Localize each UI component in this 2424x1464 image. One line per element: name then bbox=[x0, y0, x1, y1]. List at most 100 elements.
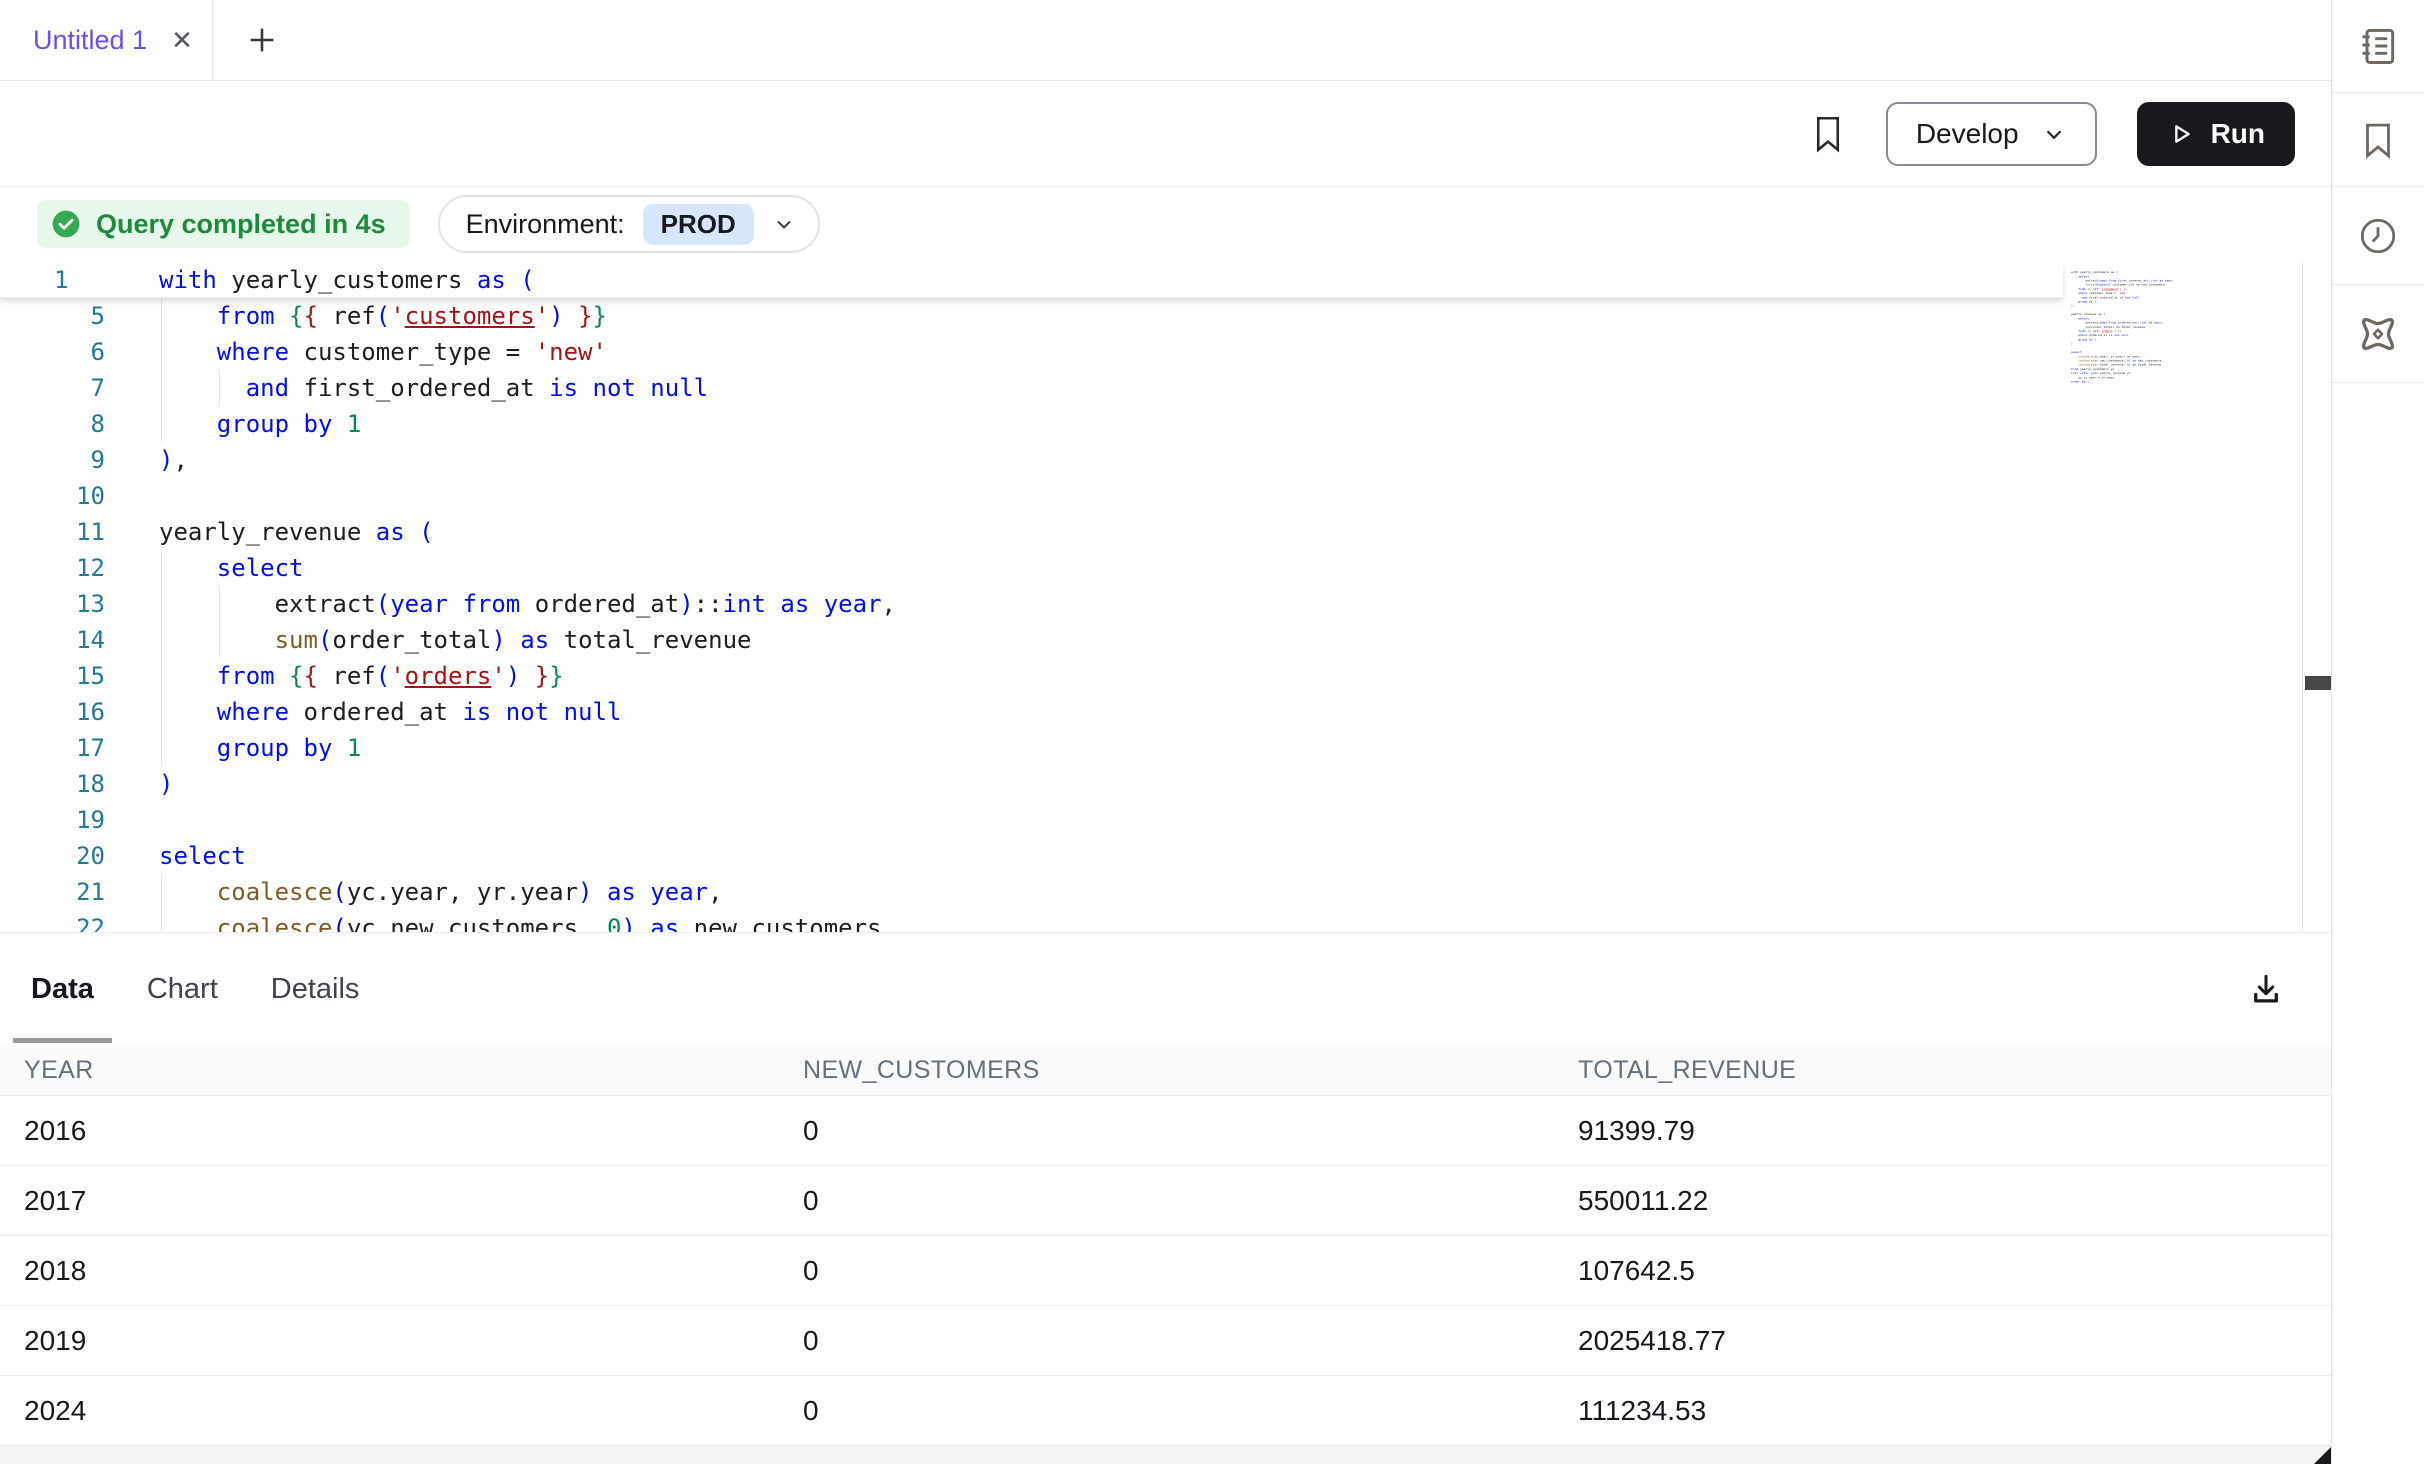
code-line: 8 group by 1 bbox=[0, 406, 896, 442]
minimap[interactable]: with yearly_customers as ( select extrac… bbox=[2071, 270, 2296, 405]
column-header: YEAR bbox=[0, 1056, 779, 1085]
close-icon[interactable]: ✕ bbox=[171, 27, 193, 53]
bookmark-button[interactable] bbox=[1810, 113, 1846, 155]
line-number: 16 bbox=[0, 694, 105, 730]
right-sidebar bbox=[2331, 0, 2424, 1464]
run-label: Run bbox=[2211, 118, 2265, 150]
table-cell: 111234.53 bbox=[1554, 1395, 2331, 1427]
code-line: 18) bbox=[0, 766, 896, 802]
table-row: 2016091399.79 bbox=[0, 1096, 2331, 1166]
code-editor[interactable]: 5 from {{ ref('customers') }}6 where cus… bbox=[0, 262, 2331, 932]
develop-label: Develop bbox=[1916, 118, 2019, 150]
table-cell: 2024 bbox=[0, 1395, 779, 1427]
bookmark-icon bbox=[2357, 119, 2399, 161]
resize-handle[interactable] bbox=[2314, 1447, 2331, 1464]
ref-link[interactable]: orders bbox=[405, 662, 492, 690]
code-line: 20select bbox=[0, 838, 896, 874]
table-cell: 2017 bbox=[0, 1185, 779, 1217]
tab-details[interactable]: Details bbox=[253, 933, 378, 1045]
table-cell: 2016 bbox=[0, 1115, 779, 1147]
toolbar: Develop Run bbox=[0, 81, 2331, 187]
notebook-icon bbox=[2356, 24, 2400, 68]
column-header: NEW_CUSTOMERS bbox=[779, 1056, 1554, 1085]
line-number: 9 bbox=[0, 442, 105, 478]
new-tab-button[interactable] bbox=[245, 23, 279, 57]
code-line: 21 coalesce(yc.year, yr.year) as year, bbox=[0, 874, 896, 910]
history-icon bbox=[2357, 215, 2399, 257]
table-cell: 2025418.77 bbox=[1554, 1325, 2331, 1357]
code-line: 19 bbox=[0, 802, 896, 838]
query-status-text: Query completed in 4s bbox=[96, 209, 386, 240]
tab-chart[interactable]: Chart bbox=[129, 933, 236, 1045]
app-logo-icon bbox=[2355, 311, 2401, 357]
table-cell: 550011.22 bbox=[1554, 1185, 2331, 1217]
code-line: 6 where customer_type = 'new' bbox=[0, 334, 896, 370]
horizontal-scrollbar[interactable] bbox=[0, 1445, 2331, 1464]
chevron-down-icon bbox=[772, 212, 796, 236]
line-number: 18 bbox=[0, 766, 105, 802]
scrollbar-thumb[interactable] bbox=[2305, 676, 2331, 690]
download-button[interactable] bbox=[2247, 970, 2285, 1008]
table-cell: 91399.79 bbox=[1554, 1115, 2331, 1147]
line-number: 22 bbox=[0, 910, 105, 932]
table-header: YEARNEW_CUSTOMERSTOTAL_REVENUE bbox=[0, 1045, 2331, 1096]
line-number: 17 bbox=[0, 730, 105, 766]
table-cell: 0 bbox=[779, 1325, 1554, 1357]
check-circle-icon bbox=[50, 208, 82, 240]
ref-link[interactable]: customers bbox=[405, 302, 535, 330]
line-number: 6 bbox=[0, 334, 105, 370]
tab-untitled[interactable]: Untitled 1 ✕ bbox=[0, 0, 213, 80]
sidebar-item-history[interactable] bbox=[2332, 187, 2424, 285]
environment-selector[interactable]: Environment: PROD bbox=[438, 195, 820, 253]
code-line: 11yearly_revenue as ( bbox=[0, 514, 896, 550]
results-panel: Data Chart Details YEARNEW_CUSTOMERSTOTA… bbox=[0, 932, 2331, 1464]
table-row: 20240111234.53 bbox=[0, 1376, 2331, 1446]
line-number: 20 bbox=[0, 838, 105, 874]
status-row: Query completed in 4s Environment: PROD bbox=[0, 187, 2331, 261]
code-line: 7 and first_ordered_at is not null bbox=[0, 370, 896, 406]
ref-link[interactable]: orders bbox=[2102, 329, 2113, 332]
table-row: 20170550011.22 bbox=[0, 1166, 2331, 1236]
code-line: 12 select bbox=[0, 550, 896, 586]
editor-scrollbar[interactable] bbox=[2302, 262, 2331, 932]
code-line: 13 extract(year from ordered_at)::int as… bbox=[0, 586, 896, 622]
code-line: 14 sum(order_total) as total_revenue bbox=[0, 622, 896, 658]
line-number: 1 bbox=[0, 262, 105, 298]
tab-label: Untitled 1 bbox=[33, 25, 147, 56]
code-line: 16 where ordered_at is not null bbox=[0, 694, 896, 730]
sidebar-item-notebook[interactable] bbox=[2332, 0, 2424, 93]
code-lines: 5 from {{ ref('customers') }}6 where cus… bbox=[0, 298, 896, 932]
line-number: 10 bbox=[0, 478, 105, 514]
main-area: Untitled 1 ✕ Develop Run Query completed… bbox=[0, 0, 2331, 1464]
plus-icon bbox=[245, 23, 279, 57]
table-body: 2016091399.7920170550011.2220180107642.5… bbox=[0, 1096, 2331, 1446]
table-cell: 0 bbox=[779, 1395, 1554, 1427]
line-number: 15 bbox=[0, 658, 105, 694]
tab-data[interactable]: Data bbox=[13, 933, 112, 1045]
download-icon bbox=[2247, 970, 2285, 1008]
code-line: 22 coalesce(yc.new_customers, 0) as new_… bbox=[0, 910, 896, 932]
table-cell: 0 bbox=[779, 1185, 1554, 1217]
line-number: 13 bbox=[0, 586, 105, 622]
environment-value-pill: PROD bbox=[643, 204, 754, 245]
line-number: 8 bbox=[0, 406, 105, 442]
table-row: 20180107642.5 bbox=[0, 1236, 2331, 1306]
table-cell: 2019 bbox=[0, 1325, 779, 1357]
line-number: 14 bbox=[0, 622, 105, 658]
run-button[interactable]: Run bbox=[2137, 102, 2295, 166]
tab-bar: Untitled 1 ✕ bbox=[0, 0, 2331, 81]
code-line: 15 from {{ ref('orders') }} bbox=[0, 658, 896, 694]
table-cell: 107642.5 bbox=[1554, 1255, 2331, 1287]
develop-dropdown[interactable]: Develop bbox=[1886, 102, 2097, 166]
sidebar-item-bookmarks[interactable] bbox=[2332, 93, 2424, 187]
table-cell: 0 bbox=[779, 1255, 1554, 1287]
code-line: 9), bbox=[0, 442, 896, 478]
ref-link[interactable]: customers bbox=[2102, 287, 2118, 290]
line-number: 7 bbox=[0, 370, 105, 406]
line-number: 21 bbox=[0, 874, 105, 910]
sidebar-item-app-logo[interactable] bbox=[2332, 285, 2424, 383]
code-line: 1with yearly_customers as ( bbox=[0, 262, 535, 298]
bookmark-icon bbox=[1810, 113, 1846, 155]
query-status-badge: Query completed in 4s bbox=[37, 200, 410, 248]
code-line: 17 group by 1 bbox=[0, 730, 896, 766]
